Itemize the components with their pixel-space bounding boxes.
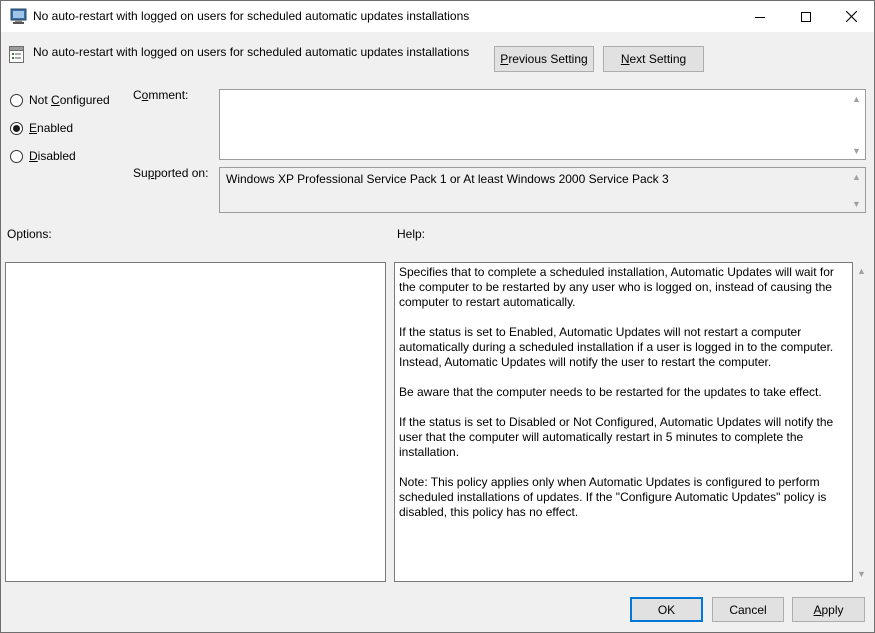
help-paragraph: Note: This policy applies only when Auto… [399,475,827,519]
ok-button[interactable]: OK [630,597,703,622]
scroll-down-icon[interactable]: ▼ [853,565,870,582]
help-paragraph: Be aware that the computer needs to be r… [399,385,822,399]
help-paragraph: If the status is set to Disabled or Not … [399,415,834,459]
next-setting-button[interactable]: Next Setting [603,46,704,72]
help-pane[interactable]: Specifies that to complete a scheduled i… [394,262,853,582]
close-button[interactable] [828,1,874,32]
radio-enabled[interactable]: Enabled [10,121,73,135]
previous-setting-button[interactable]: Previous Setting [494,46,594,72]
window-title: No auto-restart with logged on users for… [33,9,470,23]
title-bar[interactable]: No auto-restart with logged on users for… [1,1,874,32]
help-paragraph: Specifies that to complete a scheduled i… [399,265,834,309]
comment-label: Comment: [133,88,189,102]
radio-label: Disabled [29,149,76,163]
supported-on-label: Supported on: [133,166,209,180]
policy-editor-icon [10,8,27,24]
radio-button[interactable] [10,93,23,107]
radio-button[interactable] [10,121,23,135]
maximize-icon [801,11,811,22]
scroll-down-icon[interactable]: ▼ [848,142,865,159]
minimize-button[interactable] [737,1,783,32]
scroll-up-icon[interactable]: ▲ [848,90,865,107]
options-pane [5,262,386,582]
comment-field[interactable]: ▲ ▼ [219,89,866,160]
supported-on-value: Windows XP Professional Service Pack 1 o… [226,172,669,186]
policy-setting-dialog: No auto-restart with logged on users for… [0,0,875,633]
maximize-button[interactable] [783,1,829,32]
comment-scrollbar[interactable]: ▲ ▼ [848,90,865,159]
close-icon [845,11,857,22]
cancel-button[interactable]: Cancel [712,597,784,622]
radio-disabled[interactable]: Disabled [10,149,76,163]
radio-not-configured[interactable]: Not Configured [10,93,110,107]
radio-label: Enabled [29,121,74,135]
help-label: Help: [397,227,426,241]
scroll-down-icon[interactable]: ▼ [848,195,865,212]
policy-name: No auto-restart with logged on users for… [33,45,470,59]
scroll-up-icon[interactable]: ▲ [848,168,865,185]
supported-on-field[interactable]: Windows XP Professional Service Pack 1 o… [219,167,866,213]
options-label: Options: [7,227,52,241]
scroll-up-icon[interactable]: ▲ [853,262,870,279]
apply-button[interactable]: Apply [792,597,865,622]
help-paragraph: If the status is set to Enabled, Automat… [399,325,834,369]
radio-label: Not Configured [29,93,110,107]
minimize-icon [755,16,765,18]
help-scrollbar[interactable]: ▲ ▼ [853,262,870,582]
radio-button[interactable] [10,149,23,163]
supported-on-scrollbar[interactable]: ▲ ▼ [848,168,865,212]
policy-setting-icon [9,46,24,63]
